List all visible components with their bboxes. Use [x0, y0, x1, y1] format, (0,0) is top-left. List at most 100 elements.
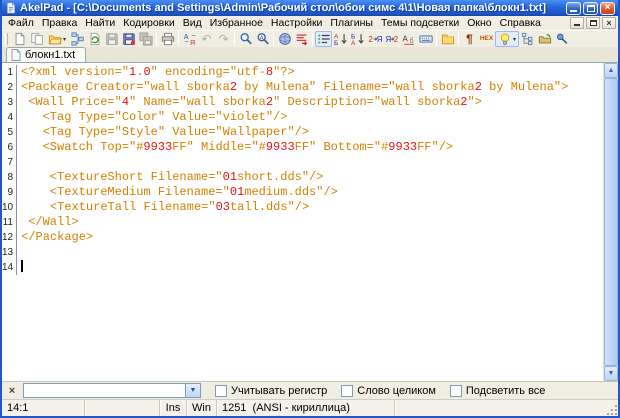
code-line-5[interactable]: 5 <Tag Type="Style" Value="Wallpaper"/>: [2, 125, 603, 140]
dropdown-arrow-icon[interactable]: ▾: [513, 36, 516, 43]
menu-правка[interactable]: Правка: [38, 17, 81, 29]
dropdown-arrow-icon[interactable]: ▾: [63, 36, 66, 43]
code-fold-button[interactable]: [519, 31, 536, 47]
mdi-restore-button[interactable]: [586, 17, 600, 29]
app-icon: [5, 2, 17, 14]
recode-button[interactable]: AЯ: [181, 31, 198, 47]
show-paragraph-button[interactable]: ¶: [461, 31, 478, 47]
sessions-button[interactable]: [536, 31, 553, 47]
code-text: <Tag Type="Color" Value="violet"/>: [21, 110, 287, 125]
replace-button[interactable]: A: [254, 31, 271, 47]
line-number: 14: [2, 260, 17, 275]
menu-вид[interactable]: Вид: [179, 17, 206, 29]
recode-icon: AЯ: [183, 32, 197, 46]
code-line-1[interactable]: 1<?xml version="1.0" encoding="utf-8"?>: [2, 65, 603, 80]
change-case-button[interactable]: Аб: [400, 31, 417, 47]
tree2-icon: [521, 32, 535, 46]
code-line-9[interactable]: 9 <TextureMedium Filename="01medium.dds"…: [2, 185, 603, 200]
checkbox-icon[interactable]: [215, 385, 227, 397]
mdi-close-button[interactable]: ×: [602, 17, 616, 29]
line-number: 12: [2, 230, 17, 245]
menu-файл[interactable]: Файл: [4, 17, 38, 29]
highlight-theme-button[interactable]: ▾: [495, 31, 519, 47]
pin-button[interactable]: [553, 31, 570, 47]
menu-окно[interactable]: Окно: [463, 17, 495, 29]
find-button[interactable]: [237, 31, 254, 47]
new-window-button[interactable]: [28, 31, 45, 47]
code-line-4[interactable]: 4 <Tag Type="Color" Value="violet"/>: [2, 110, 603, 125]
code-line-11[interactable]: 11 </Wall>: [2, 215, 603, 230]
window-title: AkelPad - [C:\Documents and Settings\Adm…: [20, 2, 563, 14]
checkbox-icon[interactable]: [341, 385, 353, 397]
scroll-thumb[interactable]: [604, 78, 618, 366]
findbar-close-button[interactable]: ×: [6, 385, 18, 397]
scripts-button[interactable]: [276, 31, 293, 47]
code-line-2[interactable]: 2<Package Creator="wall sborka2 by Mulen…: [2, 80, 603, 95]
reopen-file-button[interactable]: [86, 31, 103, 47]
close-button[interactable]: ×: [600, 2, 615, 15]
code-line-12[interactable]: 12</Package>: [2, 230, 603, 245]
line-number: 2: [2, 80, 17, 95]
new-file-button[interactable]: [11, 31, 28, 47]
scroll-up-button[interactable]: ▲: [604, 63, 618, 78]
mdi-minimize-button[interactable]: [570, 17, 584, 29]
line-number: 1: [2, 65, 17, 80]
menu-кодировки[interactable]: Кодировки: [119, 17, 178, 29]
sort-asc-button[interactable]: АБ: [332, 31, 349, 47]
mdi-window-buttons: ×: [570, 17, 618, 29]
vertical-scrollbar[interactable]: ▲ ▼: [603, 63, 618, 381]
search-combobox[interactable]: ▼: [23, 383, 201, 398]
menu-избранное[interactable]: Избранное: [206, 17, 267, 29]
match-case-label: Учитывать регистр: [231, 385, 327, 397]
goto-line-button[interactable]: [293, 31, 310, 47]
whole-word-label: Слово целиком: [357, 385, 436, 397]
match-case-checkbox[interactable]: Учитывать регистр: [215, 385, 327, 397]
minimize-button[interactable]: [566, 2, 581, 15]
menu-плагины[interactable]: Плагины: [326, 17, 377, 29]
codes-to-chars-button[interactable]: Я2: [383, 31, 400, 47]
sort-desc-button[interactable]: БА: [349, 31, 366, 47]
print-button[interactable]: [159, 31, 176, 47]
menu-найти[interactable]: Найти: [81, 17, 119, 29]
hex-view-button[interactable]: HEX: [478, 31, 495, 47]
open-file-button[interactable]: ▾: [45, 31, 69, 47]
favorites-button[interactable]: [439, 31, 456, 47]
printer-icon: [161, 32, 175, 46]
tab-document[interactable]: блокн1.txt: [6, 47, 86, 62]
bulb-icon: [498, 32, 512, 46]
editor[interactable]: 1<?xml version="1.0" encoding="utf-8"?>2…: [2, 63, 618, 381]
toolbar-separator: [458, 33, 459, 46]
resize-grip[interactable]: [615, 413, 617, 415]
code-line-8[interactable]: 8 <TextureShort Filename="01short.dds"/>: [2, 170, 603, 185]
maximize-button[interactable]: [583, 2, 598, 15]
line-number: 10: [2, 200, 17, 215]
code-line-10[interactable]: 10 <TextureTall Filename="03tall.dds"/>: [2, 200, 603, 215]
tab-label: блокн1.txt: [25, 49, 75, 61]
mdi-close-icon: ×: [606, 19, 611, 28]
titlebar[interactable]: AkelPad - [C:\Documents and Settings\Adm…: [2, 0, 618, 16]
menu-темы-подсветки[interactable]: Темы подсветки: [377, 17, 463, 29]
search-input[interactable]: [24, 384, 185, 397]
menu-справка[interactable]: Справка: [496, 17, 545, 29]
menu-настройки[interactable]: Настройки: [267, 17, 327, 29]
keyboard-button[interactable]: [417, 31, 434, 47]
code-line-14[interactable]: 14: [2, 260, 603, 275]
maximize-icon: [587, 5, 595, 12]
scroll-down-button[interactable]: ▼: [604, 366, 618, 381]
code-line-6[interactable]: 6 <Swatch Top="#9933FF" Middle="#9933FF"…: [2, 140, 603, 155]
chars-to-codes-button[interactable]: 2Я: [366, 31, 383, 47]
toolbar-separator: [312, 33, 313, 46]
code-line-3[interactable]: 3 <Wall Price="4" Name="wall sborka2" De…: [2, 95, 603, 110]
whole-word-checkbox[interactable]: Слово целиком: [341, 385, 436, 397]
highlight-all-checkbox[interactable]: Подсветить все: [450, 385, 546, 397]
akelpad-window: AkelPad - [C:\Documents and Settings\Adm…: [0, 0, 620, 418]
file-list-button[interactable]: [69, 31, 86, 47]
word-wrap-button[interactable]: [315, 31, 332, 47]
save-as-button[interactable]: [120, 31, 137, 47]
checkbox-icon[interactable]: [450, 385, 462, 397]
toolbar-grip[interactable]: [5, 33, 8, 45]
svg-text:А: А: [351, 40, 356, 46]
combobox-dropdown-button[interactable]: ▼: [185, 384, 200, 397]
code-line-7[interactable]: 7: [2, 155, 603, 170]
code-line-13[interactable]: 13: [2, 245, 603, 260]
